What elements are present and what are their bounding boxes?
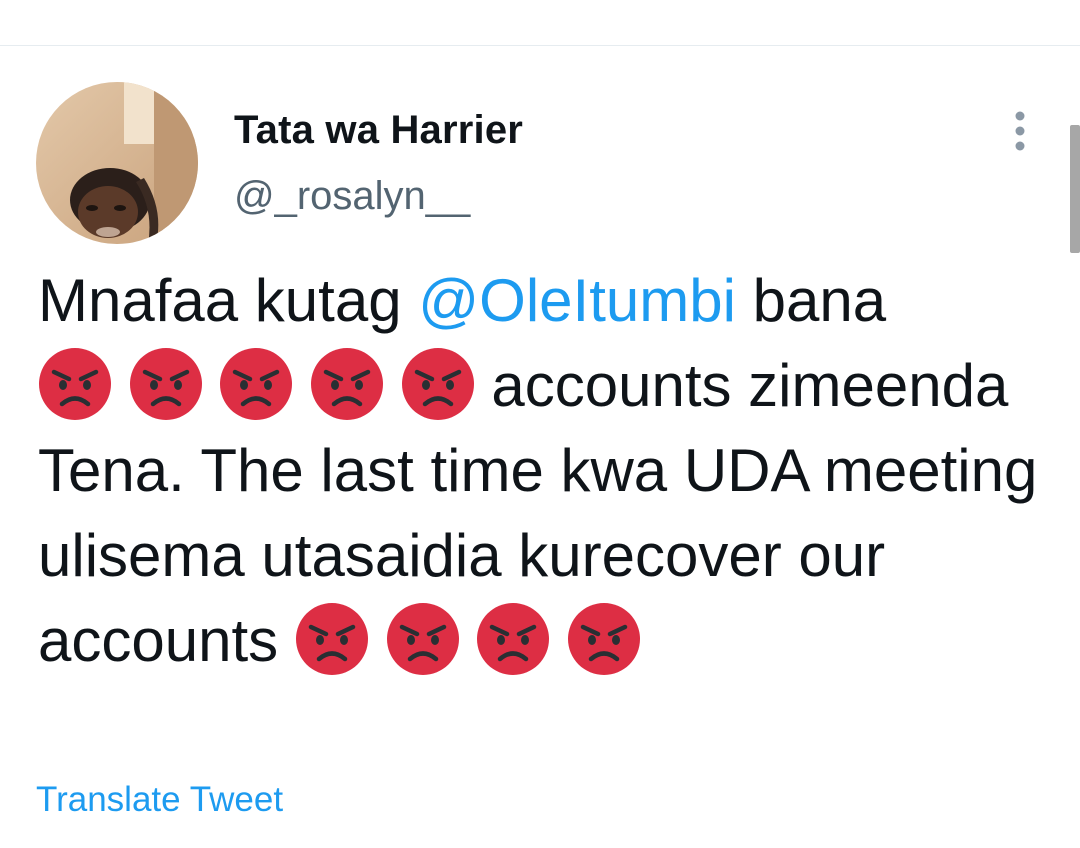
mention-link[interactable]: @OleItumbi: [418, 267, 736, 334]
tweet-text: Mnafaa kutag @OleItumbi bana accounts zi…: [38, 258, 1068, 683]
translate-tweet-link[interactable]: Translate Tweet: [36, 780, 283, 820]
more-options-button[interactable]: [1000, 106, 1040, 156]
more-vertical-icon: [1015, 111, 1025, 151]
angry-face-icon: [219, 347, 293, 421]
angry-face-icon: [295, 602, 369, 676]
display-name[interactable]: Tata wa Harrier: [234, 108, 523, 153]
angry-face-icon: [386, 602, 460, 676]
angry-face-icon: [476, 602, 550, 676]
angry-face-icon: [38, 347, 112, 421]
avatar[interactable]: [36, 82, 198, 244]
angry-face-icon: [401, 347, 475, 421]
scrollbar-thumb[interactable]: [1070, 125, 1080, 253]
angry-face-icon: [567, 602, 641, 676]
top-divider: [0, 45, 1080, 46]
angry-face-icon: [310, 347, 384, 421]
user-handle[interactable]: @_rosalyn__: [234, 174, 470, 219]
tweet-text-segment: Mnafaa kutag: [38, 267, 419, 334]
angry-face-icon: [129, 347, 203, 421]
tweet-text-segment: bana: [735, 267, 887, 334]
tweet-detail-page: Tata wa Harrier @_rosalyn__ Mnafaa kutag…: [0, 0, 1080, 848]
